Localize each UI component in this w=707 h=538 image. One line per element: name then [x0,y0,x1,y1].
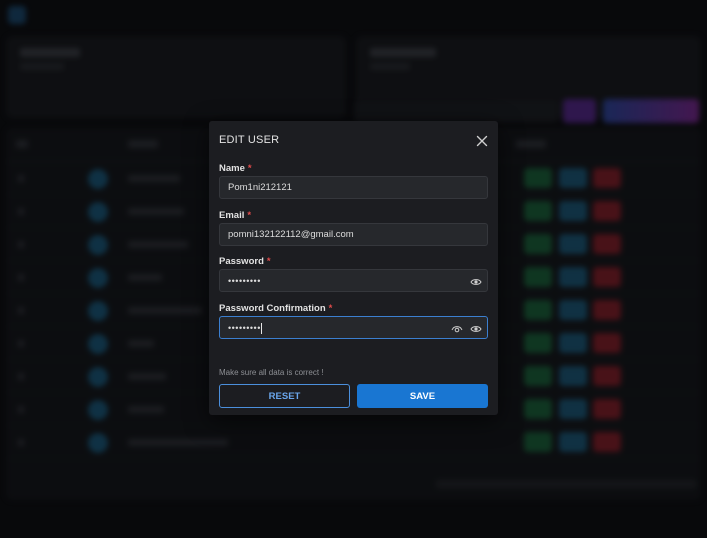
dialog-title: EDIT USER [219,134,280,146]
close-icon [476,135,488,147]
name-input[interactable] [228,177,448,198]
reset-button[interactable]: RESET [219,384,350,408]
text-cursor [261,323,262,334]
required-marker: * [247,163,252,174]
required-marker: * [266,256,271,267]
email-field[interactable] [219,223,488,246]
email-label: Email * [219,210,252,221]
required-marker: * [247,210,252,221]
password-field[interactable] [219,269,488,292]
eye-icon [470,326,482,332]
eye-open-icon [451,326,463,333]
name-field[interactable] [219,176,488,199]
show-password-toggle[interactable] [470,275,482,287]
email-input[interactable] [228,224,448,245]
password-confirmation-label: Password Confirmation * [219,303,333,314]
browser-reveal-password-toggle[interactable] [451,322,463,334]
required-marker: * [328,303,333,314]
eye-icon [470,279,482,285]
password-label: Password * [219,256,271,267]
edit-user-dialog: EDIT USER Name* Email* Password* Passwor… [209,121,498,415]
close-button[interactable] [474,133,490,149]
show-confirmation-toggle[interactable] [470,322,482,334]
validation-hint: Make sure all data is correct ! [219,368,324,377]
password-input[interactable] [228,270,448,291]
password-confirmation-field[interactable] [219,316,488,339]
name-label: Name * [219,163,252,174]
save-button[interactable]: SAVE [357,384,488,408]
